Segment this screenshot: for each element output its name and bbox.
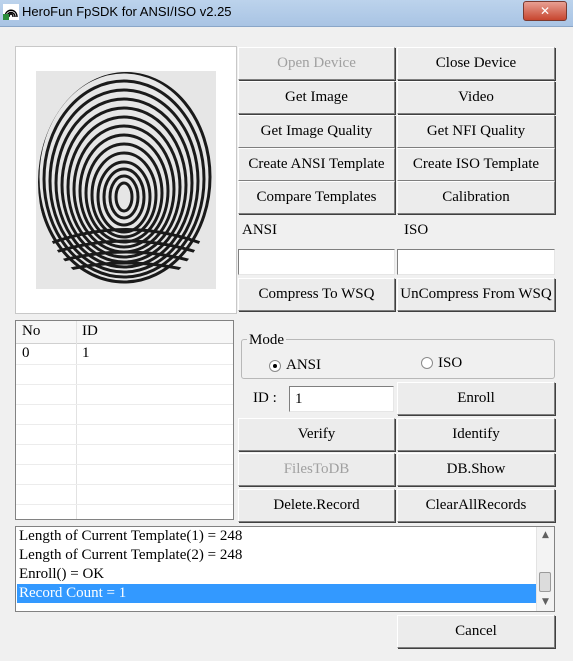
iso-mode-radio[interactable]: [421, 357, 433, 369]
create-ansi-template-button[interactable]: Create ANSI Template: [238, 148, 395, 181]
ansi-mode-radio[interactable]: [269, 360, 281, 372]
cell-no: 0: [22, 345, 30, 361]
fingerprint-image: [36, 71, 216, 289]
iso-label: ISO: [404, 222, 429, 238]
uncompress-wsq-button[interactable]: UnCompress From WSQ: [397, 278, 555, 311]
app-icon: [3, 4, 19, 20]
log-line-selected[interactable]: Record Count = 1: [19, 584, 126, 603]
window-close-button[interactable]: ✕: [523, 1, 567, 21]
log-line[interactable]: Length of Current Template(2) = 248: [19, 546, 242, 565]
id-label: ID :: [253, 390, 277, 406]
window-title: HeroFun FpSDK for ANSI/ISO v2.25: [22, 4, 232, 19]
log-line[interactable]: Length of Current Template(1) = 248: [19, 527, 242, 546]
files-to-db-button[interactable]: FilesToDB: [238, 453, 395, 486]
records-table[interactable]: No ID 0 1: [15, 320, 234, 520]
iso-mode-label: ISO: [438, 355, 463, 371]
row-divider: [16, 364, 233, 365]
column-header-id[interactable]: ID: [82, 323, 98, 340]
row-divider: [16, 444, 233, 445]
log-line[interactable]: Enroll() = OK: [19, 565, 104, 584]
id-input[interactable]: 1: [289, 386, 394, 412]
create-iso-template-button[interactable]: Create ISO Template: [397, 148, 555, 181]
log-listbox[interactable]: Length of Current Template(1) = 248 Leng…: [15, 526, 555, 612]
ansi-label: ANSI: [242, 222, 278, 238]
scroll-down-arrow-icon[interactable]: ▼: [537, 594, 554, 611]
scroll-up-arrow-icon[interactable]: ▲: [537, 527, 554, 544]
get-image-quality-button[interactable]: Get Image Quality: [238, 115, 395, 148]
compress-wsq-button[interactable]: Compress To WSQ: [238, 278, 395, 311]
scroll-thumb[interactable]: [539, 572, 551, 592]
db-show-button[interactable]: DB.Show: [397, 453, 555, 486]
enroll-button[interactable]: Enroll: [397, 382, 555, 415]
cell-id: 1: [82, 345, 90, 361]
ansi-mode-label: ANSI: [286, 357, 322, 373]
mode-group-title: Mode: [247, 332, 286, 349]
video-button[interactable]: Video: [397, 81, 555, 114]
log-scrollbar[interactable]: ▲ ▼: [536, 527, 554, 611]
identify-button[interactable]: Identify: [397, 418, 555, 451]
close-device-button[interactable]: Close Device: [397, 47, 555, 80]
compare-templates-button[interactable]: Compare Templates: [238, 181, 395, 214]
table-row[interactable]: 0 1: [16, 344, 233, 364]
get-nfi-quality-button[interactable]: Get NFI Quality: [397, 115, 555, 148]
calibration-button[interactable]: Calibration: [397, 181, 555, 214]
open-device-button[interactable]: Open Device: [238, 47, 395, 80]
clear-all-records-button[interactable]: ClearAllRecords: [397, 489, 555, 522]
row-divider: [16, 504, 233, 505]
main-window: HeroFun FpSDK for ANSI/ISO v2.25 ✕ Open …: [0, 0, 573, 661]
row-divider: [16, 424, 233, 425]
cancel-button[interactable]: Cancel: [397, 615, 555, 648]
delete-record-button[interactable]: Delete.Record: [238, 489, 395, 522]
ansi-result-field[interactable]: [238, 249, 395, 275]
get-image-button[interactable]: Get Image: [238, 81, 395, 114]
row-divider: [16, 464, 233, 465]
row-divider: [16, 384, 233, 385]
title-bar: HeroFun FpSDK for ANSI/ISO v2.25 ✕: [0, 0, 573, 27]
column-header-no[interactable]: No: [22, 323, 40, 340]
row-divider: [16, 404, 233, 405]
row-divider: [16, 484, 233, 485]
iso-result-field[interactable]: [397, 249, 555, 275]
table-header: No ID: [16, 321, 233, 344]
verify-button[interactable]: Verify: [238, 418, 395, 451]
fingerprint-image-panel: [15, 46, 237, 314]
